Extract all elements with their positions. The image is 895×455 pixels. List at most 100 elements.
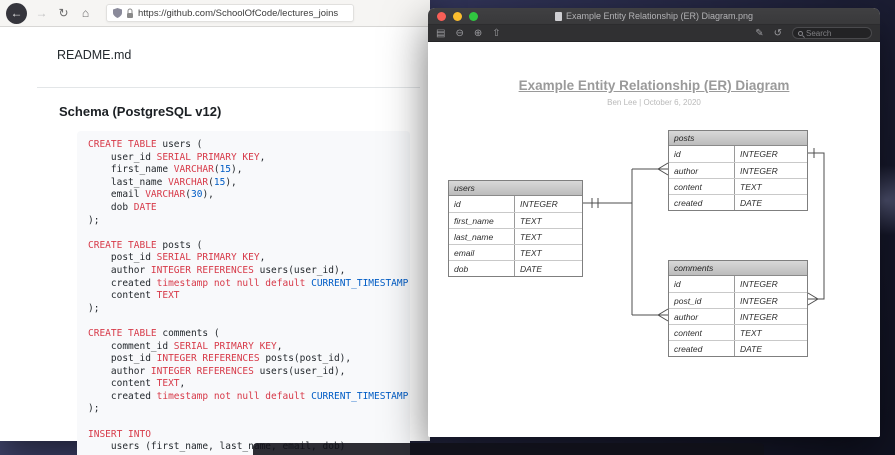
rotate-icon[interactable]: ↺ [774,25,782,42]
forward-icon: → [35,6,48,20]
share-icon[interactable]: ⇧ [492,25,500,42]
search-input[interactable] [806,28,861,38]
minimize-button[interactable] [453,11,462,21]
code-line: CREATE TABLE users ( [88,139,203,150]
er-field-name: author [669,309,735,324]
browser-toolbar[interactable]: ← → ↻ ⌂ https://github.com/SchoolOfCode/… [0,0,430,27]
er-field-row: content TEXT [669,178,807,194]
er-field-type: TEXT [520,216,542,226]
er-field-name: content [669,325,735,340]
code-line: post_id INTEGER REFERENCES posts(post_id… [88,353,352,365]
er-field-type: DATE [740,198,763,208]
code-line: content TEXT [88,290,180,302]
code-line: first_name VARCHAR(15), [88,164,243,176]
window-title: Example Entity Relationship (ER) Diagram… [428,11,880,21]
zoom-out-icon[interactable]: ⊖ [455,25,463,42]
er-field-type: TEXT [520,232,542,242]
code-line: INSERT INTO [88,428,151,440]
code-line: created timestamp not null default CURRE… [88,277,410,289]
document-icon [554,11,562,21]
er-field-row: dob DATE [449,260,582,276]
refresh-button[interactable]: ↻ [56,6,71,20]
code-line: post_id SERIAL PRIMARY KEY, [88,252,266,264]
zoom-in-icon[interactable]: ⊕ [474,25,482,42]
er-field-type: INTEGER [740,312,778,322]
er-table-posts: posts id INTEGER author INTEGER content TEXT cr… [668,130,808,211]
er-field-row: id INTEGER [449,196,582,212]
code-line: ); [88,403,100,415]
er-field-row: content TEXT [669,324,807,340]
er-field-row: created DATE [669,194,807,210]
preview-titlebar[interactable]: Example Entity Relationship (ER) Diagram… [428,8,880,25]
er-diagram-canvas: Example Entity Relationship (ER) Diagram… [428,42,880,437]
er-field-type: INTEGER [520,199,558,209]
er-field-row: first_name TEXT [449,212,582,228]
er-field-name: content [669,179,735,194]
er-field-row: author INTEGER [669,308,807,324]
code-line: user_id SERIAL PRIMARY KEY, [88,151,266,163]
desktop-background: ← → ↻ ⌂ https://github.com/SchoolOfCode/… [0,0,895,455]
readme-divider [37,87,420,88]
er-field-type: INTEGER [740,296,778,306]
er-field-row: last_name TEXT [449,228,582,244]
er-field-row: id INTEGER [669,146,807,162]
er-table-users: users id INTEGER first_name TEXT last_name TEX… [448,180,583,277]
sql-code-block: CREATE TABLE users ( user_id SERIAL PRIM… [77,131,410,455]
url-bar[interactable]: https://github.com/SchoolOfCode/lectures… [106,4,354,22]
code-line: CREATE TABLE comments ( [88,327,220,339]
preview-toolbar[interactable]: ▤ ⊖ ⊕ ⇧ ✎ ↺ [428,25,880,42]
shield-icon[interactable] [113,8,122,18]
er-field-row: created DATE [669,340,807,356]
code-line: ); [88,302,100,314]
window-title-text: Example Entity Relationship (ER) Diagram… [565,11,754,21]
home-icon: ⌂ [81,6,90,20]
er-field-type: INTEGER [740,279,778,289]
close-button[interactable] [437,11,446,21]
sidebar-toggle-icon[interactable]: ▤ [436,25,445,42]
forward-button[interactable]: → [34,6,49,20]
er-table-header: users [449,181,582,196]
code-line: last_name VARCHAR(15), [88,176,237,188]
code-line: author INTEGER REFERENCES users(user_id)… [88,264,346,276]
er-field-row: post_id INTEGER [669,292,807,308]
dock[interactable] [253,443,764,455]
code-line: author INTEGER REFERENCES users(user_id)… [88,365,346,377]
er-field-name: id [669,146,735,162]
traffic-lights [428,11,478,21]
er-field-row: id INTEGER [669,276,807,292]
preview-window: Example Entity Relationship (ER) Diagram… [428,8,880,437]
er-field-name: email [449,245,515,260]
browser-window: ← → ↻ ⌂ https://github.com/SchoolOfCode/… [0,0,430,455]
er-field-name: dob [449,261,515,276]
search-box[interactable] [792,27,872,39]
er-field-name: created [669,195,735,210]
back-button[interactable]: ← [6,2,27,24]
github-readme-page: README.md Schema (PostgreSQL v12) CREATE… [0,27,430,455]
er-field-type: INTEGER [740,149,778,159]
markup-icon[interactable]: ✎ [755,25,763,42]
er-table-comments: comments id INTEGER post_id INTEGER author INT… [668,260,808,357]
er-field-name: post_id [669,293,735,308]
code-line: ); [88,214,100,226]
back-icon: ← [10,6,23,20]
er-field-name: author [669,163,735,178]
er-field-row: email TEXT [449,244,582,260]
url-text: https://github.com/SchoolOfCode/lectures… [138,7,339,19]
code-line: CREATE TABLE posts ( [88,239,203,251]
er-field-type: TEXT [740,328,762,338]
code-line: created timestamp not null default CURRE… [88,390,409,402]
lock-icon[interactable] [126,8,134,18]
zoom-button[interactable] [469,11,478,21]
home-button[interactable]: ⌂ [78,6,93,20]
er-field-name: last_name [449,229,515,244]
code-line: content TEXT, [88,378,186,390]
er-field-row: author INTEGER [669,162,807,178]
code-line: dob DATE [88,201,157,213]
er-field-type: INTEGER [740,166,778,176]
schema-heading: Schema (PostgreSQL v12) [59,104,222,119]
er-field-name: first_name [449,213,515,228]
er-table-header: posts [669,131,807,146]
